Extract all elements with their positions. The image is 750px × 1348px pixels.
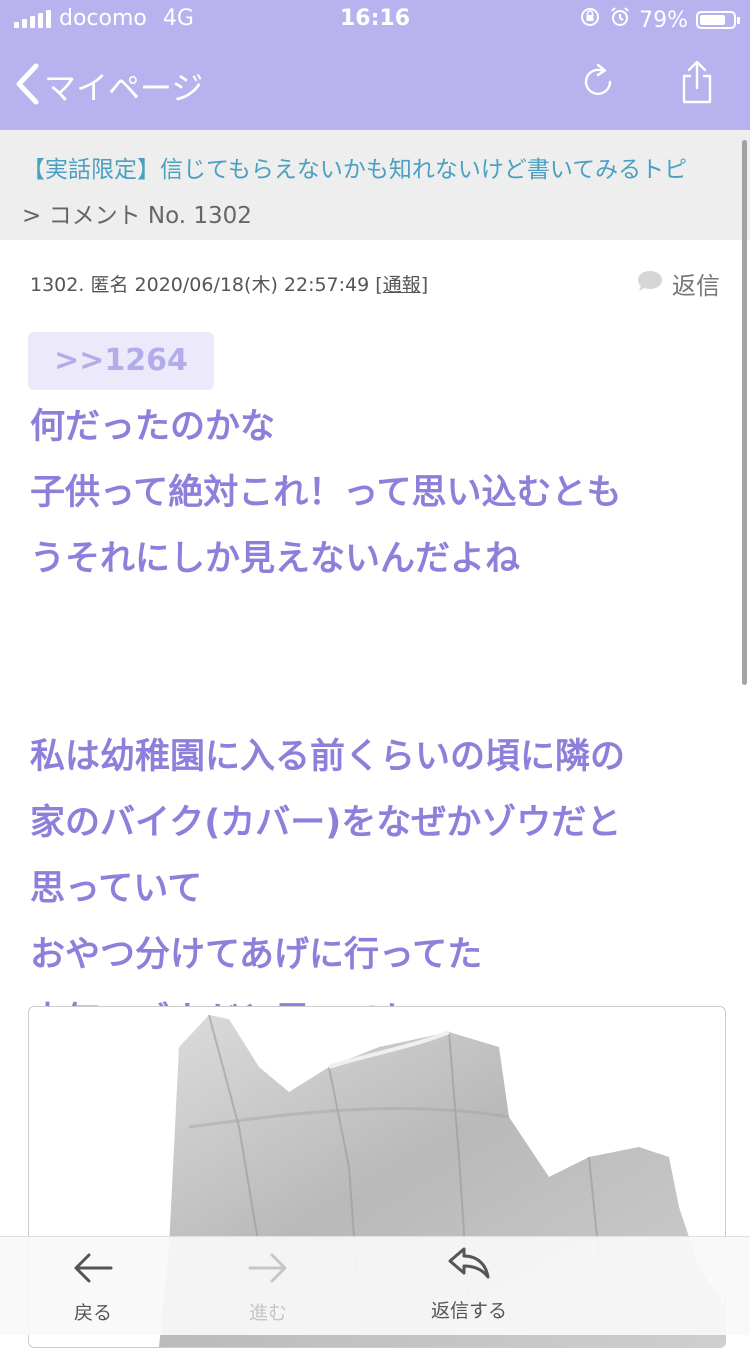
browser-back-button[interactable]: 戻る (33, 1251, 153, 1325)
post-number: 1302. (30, 274, 85, 296)
status-right: 79% (579, 6, 740, 34)
post-line: 家のバイク(カバー)をなぜかゾウだと (30, 803, 622, 843)
browser-forward-button[interactable]: 進む (208, 1251, 328, 1325)
post-author: 匿名 (90, 274, 129, 296)
post-line: うそれにしか見えないんだよね (30, 539, 521, 579)
report-bracket-open: [ (375, 274, 383, 296)
post-line: 思っていて (30, 869, 203, 909)
reply-button[interactable]: 返信 (636, 266, 720, 301)
nav-bar: マイページ (0, 40, 750, 130)
report-bracket-close: ] (420, 274, 429, 296)
battery-icon (696, 11, 740, 29)
status-bar: docomo 4G 16:16 79% (0, 0, 750, 40)
reply-label: 返信 (672, 272, 720, 300)
reload-icon[interactable] (580, 62, 616, 106)
reply-arrow-icon (446, 1247, 492, 1288)
battery-percent: 79% (639, 7, 688, 33)
post-line: 私は幼稚園に入る前くらいの頃に隣の (30, 737, 626, 777)
reply-toolbar-label: 返信する (430, 1300, 507, 1322)
post-line: おやつ分けてあげに行ってた (30, 935, 483, 975)
bottom-toolbar: 戻る 進む 返信する (0, 1236, 750, 1335)
scrollbar[interactable] (742, 140, 747, 685)
arrow-right-icon (246, 1253, 290, 1290)
post-line: 何だったのかな (30, 407, 276, 447)
breadcrumb: 【実話限定】信じてもらえないかも知れないけど書いてみるトピ > コメント No.… (0, 130, 750, 240)
report-link[interactable]: 通報 (383, 274, 421, 296)
rotation-lock-icon (579, 6, 601, 34)
post-line (30, 592, 730, 724)
back-to-mypage-button[interactable]: マイページ (14, 62, 203, 110)
arrow-left-icon (71, 1253, 115, 1290)
reply-toolbar-button[interactable]: 返信する (407, 1243, 531, 1323)
chevron-left-icon (14, 62, 40, 110)
topic-title-link[interactable]: 【実話限定】信じてもらえないかも知れないけど書いてみるトピ (22, 150, 732, 184)
reply-anchor-link[interactable]: >>1264 (28, 332, 214, 390)
speech-bubble-icon (636, 269, 664, 299)
back-label: マイページ (44, 69, 204, 107)
post-meta: 1302. 匿名 2020/06/18(木) 22:57:49 [通報] (30, 270, 428, 297)
post-body: 何だったのかな 子供って絶対これ！って思い込むとも うそれにしか見えないんだよね… (30, 394, 730, 1054)
back-label: 戻る (73, 1302, 112, 1324)
post-line: 子供って絶対これ！って思い込むとも (30, 473, 622, 513)
share-icon[interactable] (678, 58, 716, 110)
forward-label: 進む (248, 1302, 287, 1324)
post-datetime: 2020/06/18(木) 22:57:49 (134, 274, 370, 296)
alarm-icon (609, 6, 631, 34)
battery-level (700, 15, 726, 25)
comment-number-crumb: > コメント No. 1302 (22, 203, 252, 229)
